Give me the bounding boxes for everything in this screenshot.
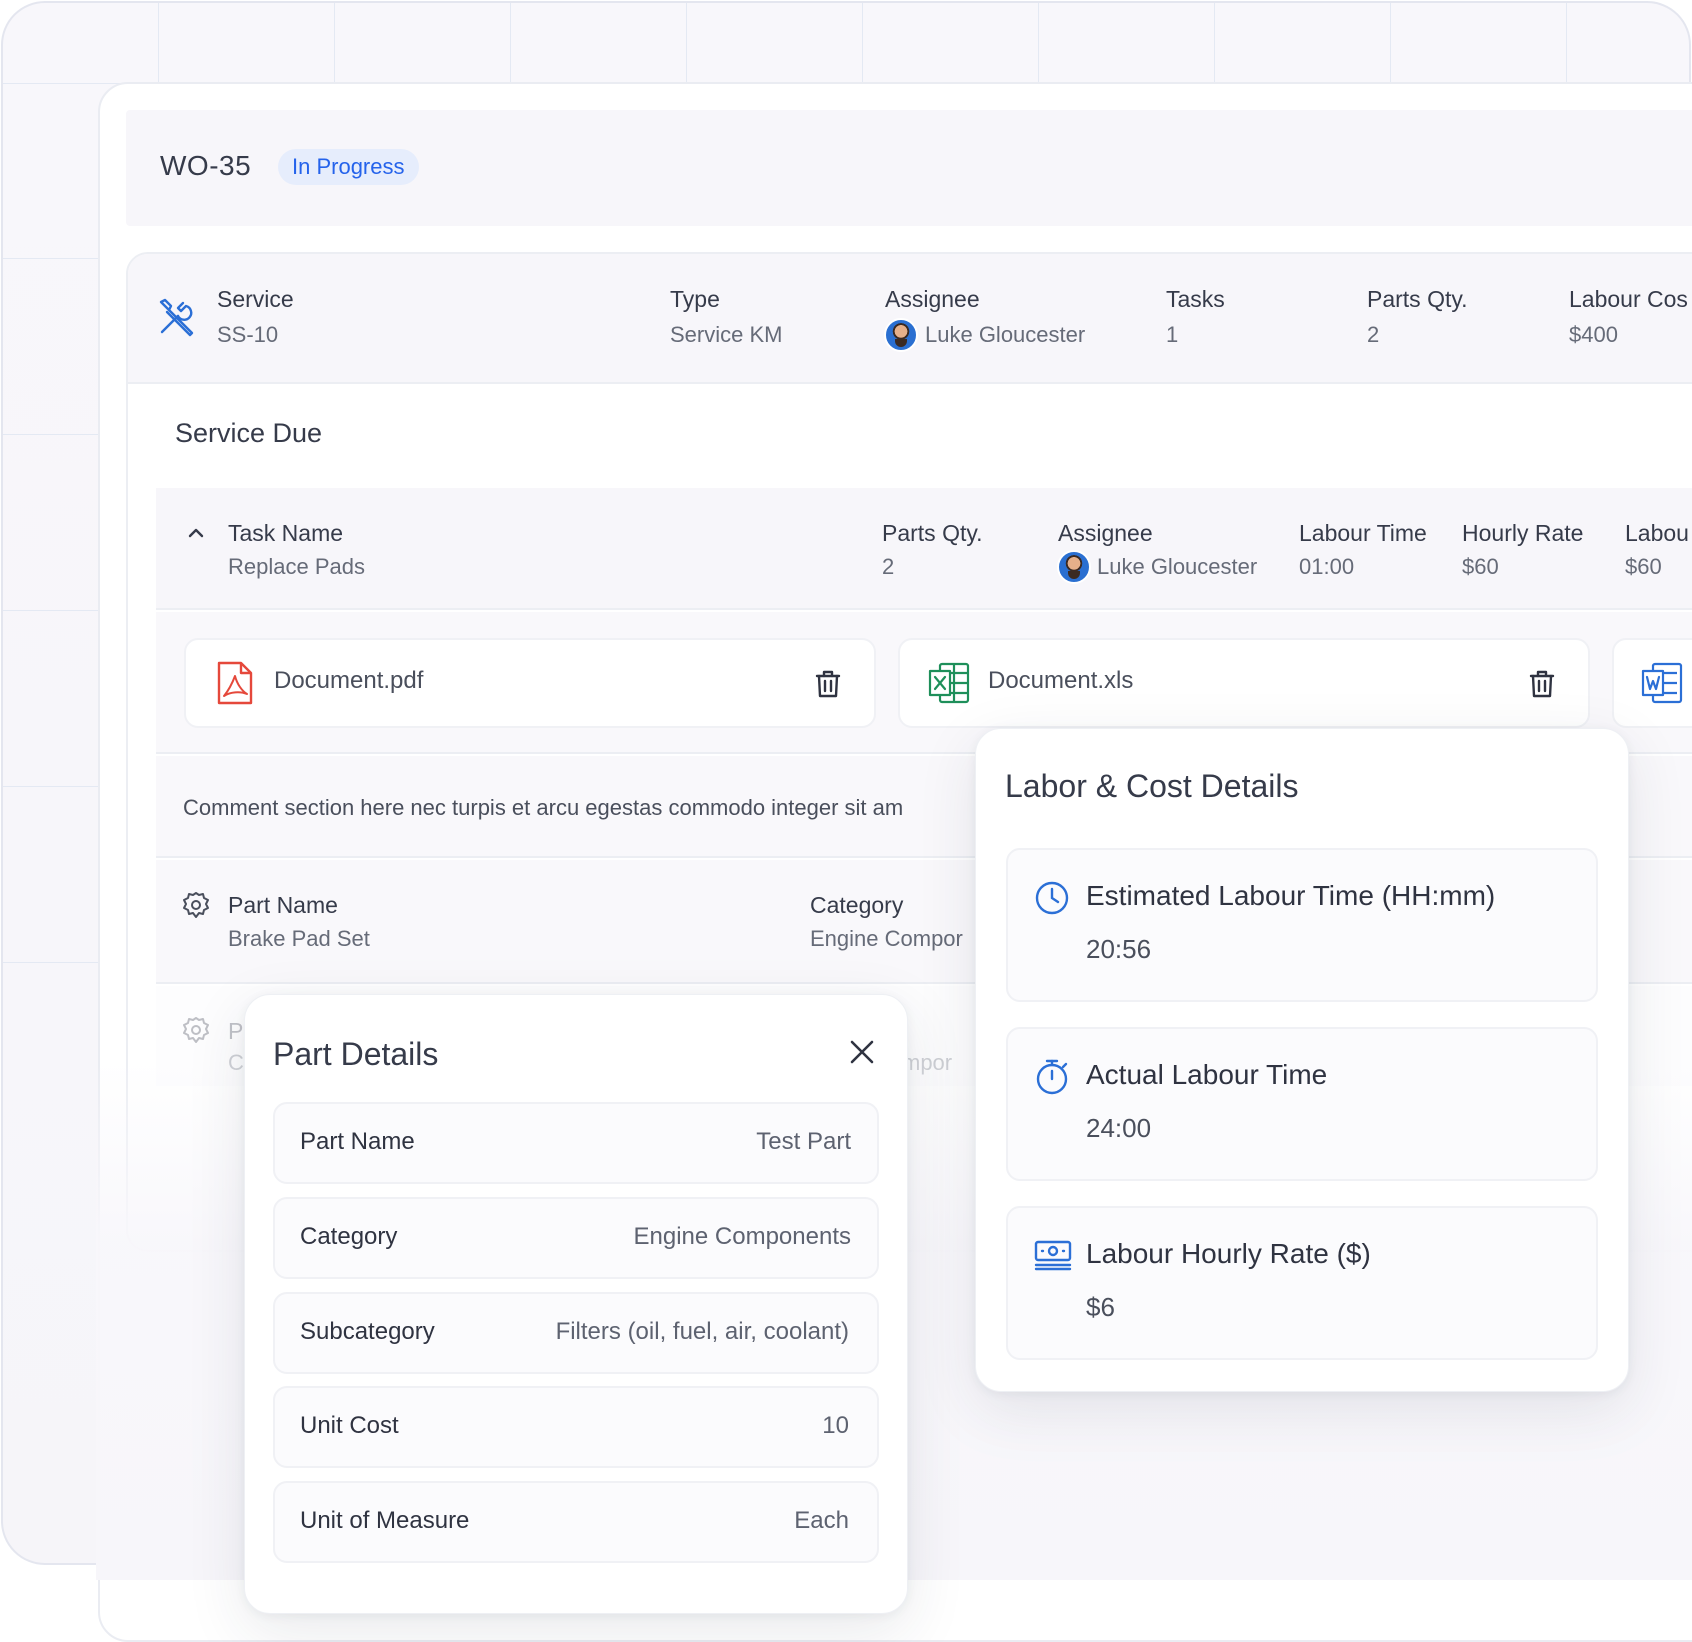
close-icon[interactable] [850, 1040, 874, 1064]
wrench-screwdriver-icon [159, 298, 194, 337]
task-parts-value: 2 [882, 554, 895, 579]
labour-cost-value: $400 [1569, 322, 1618, 347]
gear-icon [183, 1017, 209, 1043]
detail-label: Unit Cost [300, 1412, 399, 1439]
service-label: Service [217, 286, 294, 312]
task-labour-label: Labou [1625, 520, 1689, 546]
labor-detail-box [1006, 1206, 1598, 1360]
task-assignee-label: Assignee [1058, 520, 1153, 546]
chevron-up-icon[interactable] [188, 527, 204, 539]
comment-text: Comment section here nec turpis et arcu … [183, 795, 904, 820]
grid-line [1390, 3, 1391, 85]
labor-detail-value: $6 [1086, 1292, 1115, 1322]
task-time-value: 01:00 [1299, 554, 1355, 579]
labor-detail-box [1006, 1027, 1598, 1181]
trash-icon[interactable] [815, 670, 841, 698]
task-rate-value: $60 [1462, 554, 1499, 579]
type-label: Type [670, 286, 720, 312]
assignee-label: Assignee [885, 286, 980, 312]
service-value: SS-10 [217, 322, 279, 347]
detail-value: 10 [822, 1412, 849, 1439]
detail-label: Subcategory [300, 1318, 435, 1345]
excel-file-icon [928, 662, 970, 704]
task-parts-label: Parts Qty. [882, 520, 983, 546]
grid-line [862, 3, 863, 85]
section-title: Service Due [175, 418, 323, 448]
cash-icon [1034, 1240, 1072, 1271]
grid-line [3, 962, 103, 963]
service-summary-row[interactable] [128, 254, 1692, 384]
grid-line [3, 786, 103, 787]
grid-line [1214, 3, 1215, 85]
grid-line [1038, 3, 1039, 85]
grid-line [158, 3, 159, 85]
task-rate-label: Hourly Rate [1462, 520, 1584, 546]
detail-label: Category [300, 1223, 398, 1250]
part-category-label: Category [810, 892, 904, 918]
tasks-label: Tasks [1166, 286, 1225, 312]
part-details-title: Part Details [273, 1036, 439, 1072]
attachment-name[interactable]: Document.xls [988, 667, 1133, 695]
detail-value: Filters (oil, fuel, air, coolant) [555, 1318, 849, 1345]
part-name-value: Brake Pad Set [228, 926, 370, 951]
pdf-file-icon [217, 661, 253, 705]
part-category-value: Engine Compor [810, 926, 963, 951]
word-file-icon [1641, 662, 1683, 704]
detail-value: Engine Components [633, 1223, 851, 1250]
labour-cost-label: Labour Cos [1569, 286, 1688, 312]
avatar [884, 318, 918, 352]
detail-value: Each [794, 1507, 849, 1534]
type-value: Service KM [670, 322, 783, 347]
stopwatch-icon [1036, 1059, 1068, 1095]
tasks-value: 1 [1166, 322, 1179, 347]
trash-icon[interactable] [1529, 670, 1555, 698]
labor-detail-box [1006, 848, 1598, 1002]
grid-line [3, 434, 103, 435]
assignee-value[interactable]: Luke Gloucester [925, 322, 1085, 348]
parts-qty-value: 2 [1367, 322, 1380, 347]
avatar [1057, 550, 1091, 584]
grid-line [334, 3, 335, 85]
labor-cost-title: Labor & Cost Details [1005, 768, 1299, 804]
task-row[interactable] [156, 488, 1692, 610]
grid-line [686, 3, 687, 85]
grid-line [510, 3, 511, 85]
parts-qty-label: Parts Qty. [1367, 286, 1468, 312]
attachment-name[interactable]: Document.pdf [274, 667, 423, 695]
gear-icon [183, 892, 209, 918]
labor-detail-label: Estimated Labour Time (HH:mm) [1086, 880, 1496, 911]
status-badge[interactable]: In Progress [278, 149, 419, 185]
task-assignee-value[interactable]: Luke Gloucester [1097, 554, 1257, 580]
detail-value: Test Part [756, 1128, 851, 1155]
labor-detail-label: Labour Hourly Rate ($) [1086, 1238, 1371, 1269]
labor-detail-value: 20:56 [1086, 934, 1152, 964]
task-time-label: Labour Time [1299, 520, 1427, 546]
labor-detail-label: Actual Labour Time [1086, 1059, 1328, 1090]
grid-line [1566, 3, 1567, 85]
part-name-label: P [228, 1018, 244, 1044]
grid-line [3, 258, 103, 259]
work-order-id: WO-35 [160, 150, 252, 181]
clock-icon [1035, 881, 1069, 915]
detail-label: Part Name [300, 1128, 415, 1155]
detail-label: Unit of Measure [300, 1507, 470, 1534]
task-labour-value: $60 [1625, 554, 1662, 579]
task-name-label: Task Name [228, 520, 344, 546]
labor-detail-value: 24:00 [1086, 1113, 1152, 1143]
grid-line [3, 610, 103, 611]
task-name-value: Replace Pads [228, 554, 365, 579]
part-name-label: Part Name [228, 892, 338, 918]
